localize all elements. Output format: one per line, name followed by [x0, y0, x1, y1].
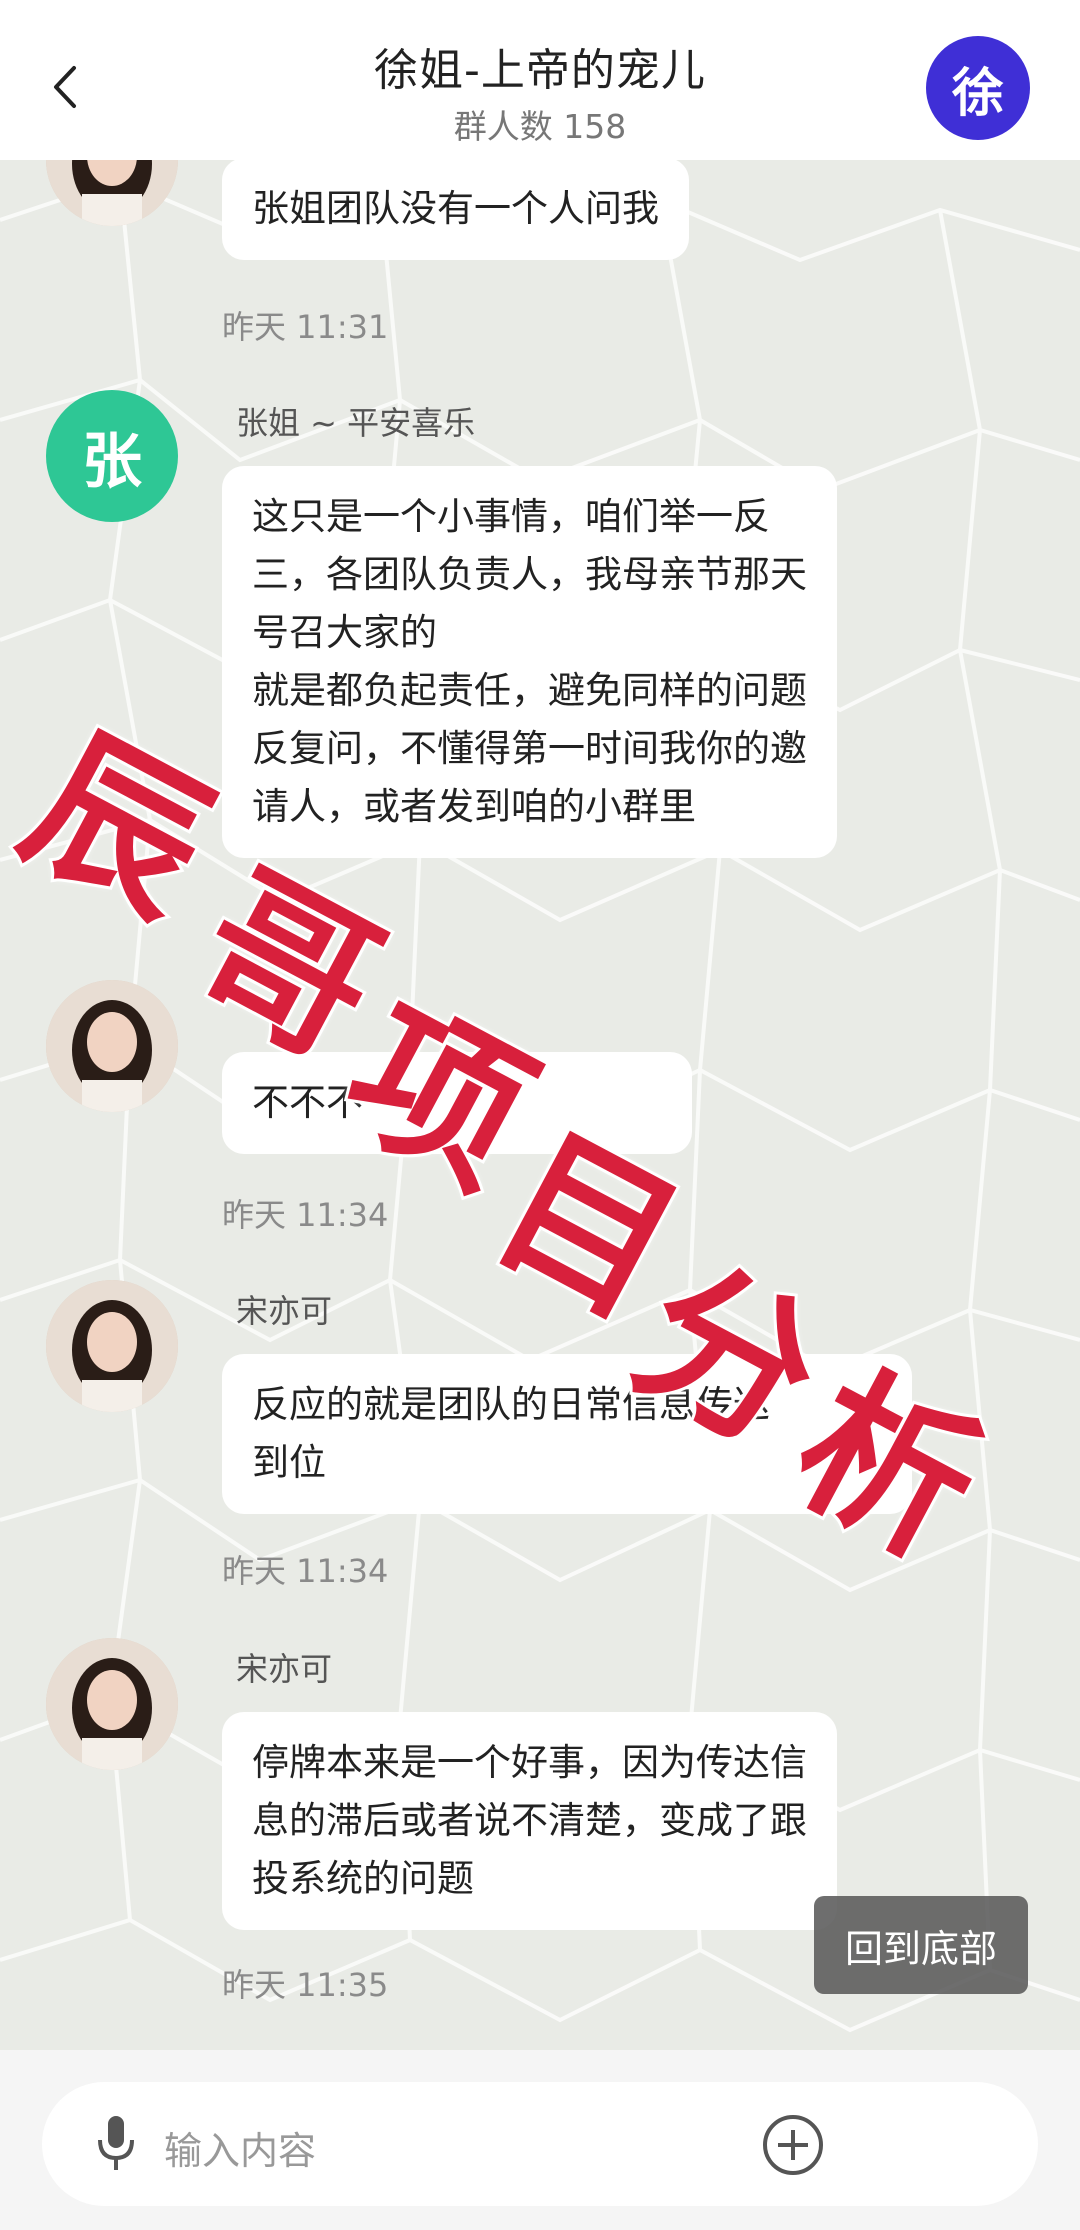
input-bar: 输入内容	[0, 2050, 1080, 2230]
woman-avatar-icon	[46, 1638, 178, 1770]
back-to-bottom-button[interactable]: 回到底部	[814, 1896, 1028, 1994]
message-text: 投系统的问题	[252, 1857, 474, 1900]
message-text: 三，各团队负责人，我母亲节那天	[252, 553, 807, 596]
message-text: 不不不	[252, 1081, 363, 1124]
message-bubble[interactable]: 张姐团队没有一个人问我	[222, 160, 689, 260]
message-text: 张姐团队没有一个人问我	[252, 187, 659, 230]
microphone-icon[interactable]	[86, 2112, 146, 2176]
avatar[interactable]	[46, 1280, 178, 1412]
chat-header: 徐姐-上帝的宠儿 群人数 158 徐	[0, 0, 1080, 160]
avatar[interactable]	[46, 980, 178, 1112]
message-text: 到位	[252, 1441, 326, 1484]
message-text: 就是都负起责任，避免同样的问题	[252, 669, 807, 712]
message-text: 请人，或者发到咱的小群里	[252, 785, 696, 828]
avatar[interactable]: 张	[46, 390, 178, 522]
message-bubble[interactable]: 停牌本来是一个好事，因为传达信 息的滞后或者说不清楚，变成了跟 投系统的问题	[222, 1712, 837, 1930]
message-bubble[interactable]: 反应的就是团队的日常信息传达 到位	[222, 1354, 912, 1514]
timestamp: 昨天 11:35	[222, 1966, 389, 2004]
sender-name: 宋亦可	[236, 1650, 333, 1688]
message-bubble[interactable]: 这只是一个小事情，咱们举一反 三，各团队负责人，我母亲节那天 号召大家的 就是都…	[222, 466, 837, 858]
message-text: 反复问，不懂得第一时间我你的邀	[252, 727, 807, 770]
message-text: 反应的就是团队的日常信息传达	[252, 1383, 770, 1426]
avatar[interactable]	[46, 1638, 178, 1770]
timestamp: 昨天 11:31	[222, 308, 389, 346]
message-text: 息的滞后或者说不清楚，变成了跟	[252, 1799, 807, 1842]
group-title: 徐姐-上帝的宠儿	[374, 45, 706, 96]
message-text: 号召大家的	[252, 611, 437, 654]
message-input[interactable]: 输入内容	[42, 2082, 1038, 2206]
message-bubble[interactable]: 不不不	[222, 1052, 692, 1154]
sender-name: 宋亦可	[236, 1292, 333, 1330]
chat-area[interactable]: 张姐团队没有一个人问我 昨天 11:31 张 张姐 ~ 平安喜乐 这只是一个小事…	[0, 160, 1080, 2050]
message-text: 停牌本来是一个好事，因为传达信	[252, 1741, 807, 1784]
woman-avatar-icon	[46, 980, 178, 1112]
timestamp: 昨天 11:34	[222, 1196, 389, 1234]
plus-circle-icon[interactable]	[760, 2112, 826, 2178]
sender-name: 张姐 ~ 平安喜乐	[236, 404, 476, 442]
group-avatar[interactable]: 徐	[926, 36, 1030, 140]
input-placeholder: 输入内容	[164, 2129, 317, 2173]
timestamp: 昨天 11:34	[222, 1552, 389, 1590]
member-count: 群人数 158	[453, 107, 627, 146]
message-text: 这只是一个小事情，咱们举一反	[252, 495, 770, 538]
woman-avatar-icon	[46, 1280, 178, 1412]
